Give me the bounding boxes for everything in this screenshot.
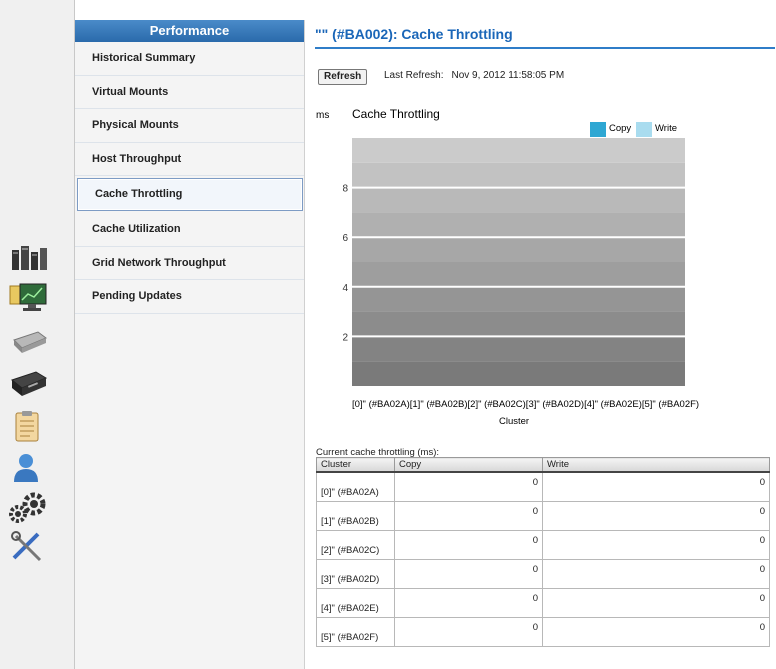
plot-band xyxy=(352,187,685,213)
last-refresh: Last Refresh: Nov 9, 2012 11:58:05 PM xyxy=(384,70,572,81)
x-tick-labels: [0]" (#BA02A)[1]" (#BA02B)[2]" (#BA02C)[… xyxy=(352,399,699,410)
cache-throttling-chart: 2 4 6 8 ms Cache Throttling Copy Write [0]"… xyxy=(316,107,699,427)
x-axis-label: Cluster xyxy=(499,416,529,427)
drive-icon[interactable] xyxy=(8,326,48,358)
plot-band xyxy=(352,286,685,312)
plot-band xyxy=(352,336,685,362)
cell-cluster: [1]" (#BA02B) xyxy=(316,500,395,531)
y-tick-label: 2 xyxy=(342,332,348,343)
cell-copy: 0 xyxy=(394,616,543,647)
plot-band xyxy=(352,138,685,163)
cell-write: 0 xyxy=(542,529,770,560)
y-tick-label: 6 xyxy=(342,233,348,244)
cell-copy: 0 xyxy=(394,558,543,589)
page-title: "" (#BA002): Cache Throttling xyxy=(315,26,513,42)
table-row: [5]" (#BA02F) 0 0 xyxy=(316,616,770,647)
servers-icon[interactable] xyxy=(8,240,48,272)
nav-item-grid-network-throughput[interactable]: Grid Network Throughput xyxy=(75,247,304,280)
cell-copy: 0 xyxy=(394,500,543,531)
cell-cluster: [0]" (#BA02A) xyxy=(316,471,395,502)
plot-band xyxy=(352,237,685,262)
cell-cluster: [5]" (#BA02F) xyxy=(316,616,395,647)
nav-item-historical-summary[interactable]: Historical Summary xyxy=(75,42,304,76)
table-row: [2]" (#BA02C) 0 0 xyxy=(316,529,770,560)
cell-write: 0 xyxy=(542,471,770,502)
icon-rail xyxy=(0,0,75,669)
cell-write: 0 xyxy=(542,500,770,531)
performance-nav: Performance Historical Summary Virtual M… xyxy=(75,20,305,669)
nav-item-cache-throttling[interactable]: Cache Throttling xyxy=(77,178,303,211)
nav-item-virtual-mounts[interactable]: Virtual Mounts xyxy=(75,76,304,109)
nav-item-cache-utilization[interactable]: Cache Utilization xyxy=(75,213,304,247)
y-tick-label: 4 xyxy=(342,283,348,294)
table-row: [0]" (#BA02A) 0 0 xyxy=(316,471,770,502)
column-header-copy[interactable]: Copy xyxy=(394,457,543,473)
table-header-row: Cluster Copy Write xyxy=(316,457,770,473)
cell-copy: 0 xyxy=(394,529,543,560)
gears-icon[interactable] xyxy=(8,492,48,524)
table-row: [3]" (#BA02D) 0 0 xyxy=(316,558,770,589)
nav-item-pending-updates[interactable]: Pending Updates xyxy=(75,280,304,314)
chart-title: Cache Throttling xyxy=(352,107,440,121)
monitor-chart-icon[interactable] xyxy=(8,282,48,314)
title-underline xyxy=(315,47,775,49)
user-icon[interactable] xyxy=(8,452,48,484)
y-tick-label: 8 xyxy=(342,184,348,195)
tools-icon[interactable] xyxy=(8,530,48,562)
refresh-button[interactable]: Refresh xyxy=(318,69,368,85)
cell-copy: 0 xyxy=(394,587,543,618)
plot-band xyxy=(352,262,685,287)
table-row: [4]" (#BA02E) 0 0 xyxy=(316,587,770,618)
legend-swatch-write xyxy=(636,122,652,137)
table-row: [1]" (#BA02B) 0 0 xyxy=(316,500,770,531)
column-header-write[interactable]: Write xyxy=(542,457,770,473)
cache-throttling-table: Cluster Copy Write [0]" (#BA02A) 0 0 [1]… xyxy=(316,457,770,647)
cell-copy: 0 xyxy=(394,471,543,502)
last-refresh-value: Nov 9, 2012 11:58:05 PM xyxy=(451,70,565,81)
legend-label-write: Write xyxy=(655,123,677,134)
plot-band xyxy=(352,212,685,238)
main-panel: "" (#BA002): Cache Throttling Refresh La… xyxy=(306,20,776,669)
y-axis-label: ms xyxy=(316,110,329,121)
cell-write: 0 xyxy=(542,616,770,647)
tape-drive-icon[interactable] xyxy=(8,368,48,400)
nav-header: Performance xyxy=(75,20,304,42)
plot-band xyxy=(352,162,685,188)
cell-cluster: [3]" (#BA02D) xyxy=(316,558,395,589)
plot-band xyxy=(352,311,685,337)
plot-band xyxy=(352,361,685,386)
column-header-cluster[interactable]: Cluster xyxy=(316,457,395,473)
legend-swatch-copy xyxy=(590,122,606,137)
cell-write: 0 xyxy=(542,587,770,618)
legend-label-copy: Copy xyxy=(609,123,631,134)
cell-cluster: [4]" (#BA02E) xyxy=(316,587,395,618)
clipboard-icon[interactable] xyxy=(8,410,48,442)
nav-item-physical-mounts[interactable]: Physical Mounts xyxy=(75,109,304,143)
nav-item-host-throughput[interactable]: Host Throughput xyxy=(75,143,304,176)
cell-cluster: [2]" (#BA02C) xyxy=(316,529,395,560)
cell-write: 0 xyxy=(542,558,770,589)
plot-area xyxy=(352,138,685,386)
last-refresh-label: Last Refresh: xyxy=(384,70,444,81)
